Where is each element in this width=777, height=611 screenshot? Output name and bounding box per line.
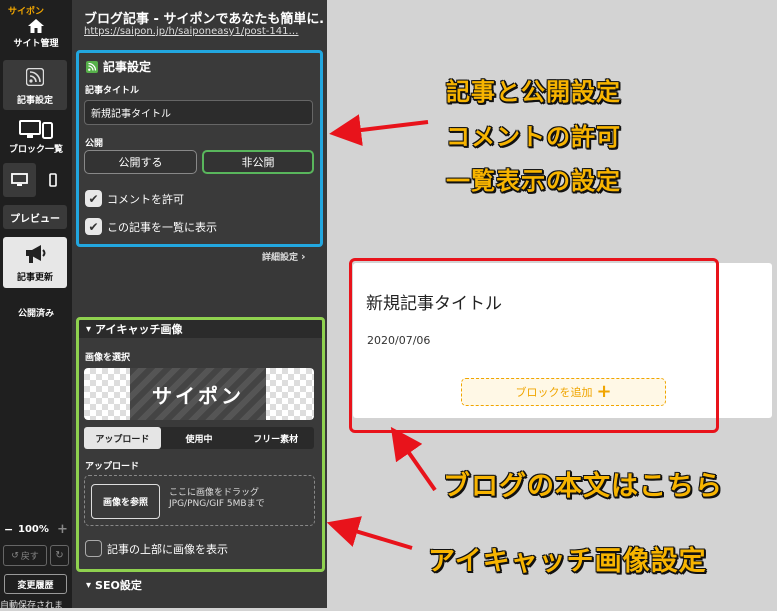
arrow-article-settings (329, 114, 429, 146)
annotation-arrows (326, 114, 437, 550)
arrow-blog-body (390, 426, 437, 492)
arrow-eyecatch (326, 516, 413, 550)
